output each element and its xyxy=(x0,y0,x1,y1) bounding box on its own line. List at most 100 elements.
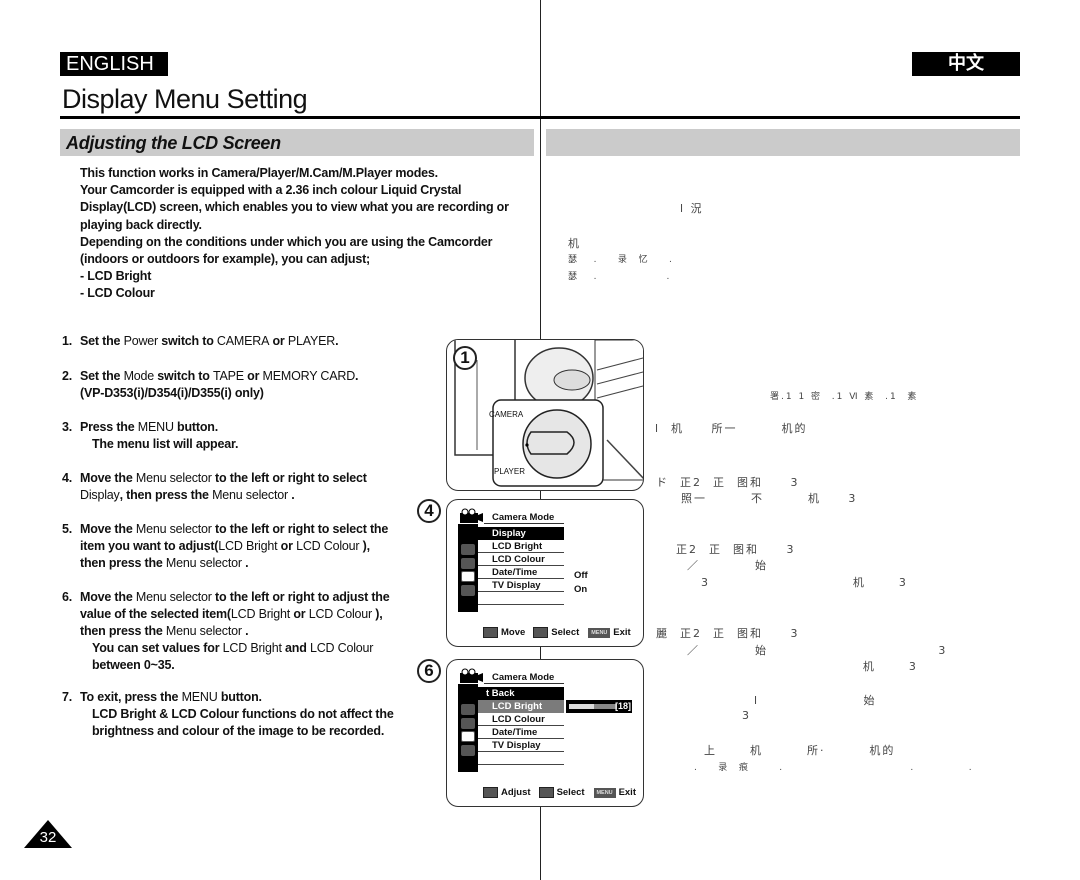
step-note: The menu list will appear. xyxy=(92,437,239,451)
menu-item-tv-display[interactable]: TV Display xyxy=(478,579,564,592)
dial-label-player: PLAYER xyxy=(494,467,525,476)
step-term: TAPE xyxy=(212,369,244,383)
step-number: 4. xyxy=(62,471,73,485)
page-number: 32 xyxy=(39,829,57,846)
menu-item-tv-display[interactable]: TV Display xyxy=(478,739,564,752)
step-text: ), xyxy=(372,607,383,621)
step-text: Move the xyxy=(80,590,136,604)
chinese-line: 照一 不 机 3 xyxy=(670,492,858,505)
footer-select: Select xyxy=(556,787,585,798)
settings-gear-icon xyxy=(461,745,475,756)
chinese-line: ド 正2 正 图和 3 xyxy=(656,476,800,489)
menu-item-display[interactable]: Display xyxy=(478,527,564,540)
step-text: To exit, press the xyxy=(80,690,182,704)
step-term: PLAYER xyxy=(287,334,336,348)
figure-label-1: 1 xyxy=(453,346,477,370)
step-term: Menu selector xyxy=(165,556,242,570)
footer-move: Move xyxy=(501,627,526,638)
footer-exit: Exit xyxy=(613,627,631,638)
menu-item-lcd-colour[interactable]: LCD Colour xyxy=(478,713,564,726)
step-4: 4. Move the Menu selector to the left or … xyxy=(62,470,442,504)
step-term: Mode xyxy=(123,369,155,383)
movie-icon xyxy=(461,718,475,729)
step-term: LCD Colour xyxy=(309,641,374,655)
menu-screen-display: Camera Mode Display LCD Bright LCD Colou… xyxy=(458,508,564,612)
intro-line: Display(LCD) screen, which enables you t… xyxy=(80,200,509,215)
step-text: . xyxy=(241,556,249,570)
page-title: Display Menu Setting xyxy=(62,84,308,114)
chinese-line: l 始 xyxy=(754,694,877,707)
footer-exit: Exit xyxy=(618,787,636,798)
step-text: and xyxy=(281,641,310,655)
menu-item-back[interactable]: t Back xyxy=(478,687,564,700)
section-title: Adjusting the LCD Screen xyxy=(66,133,281,153)
menu-item-date-time[interactable]: Date/Time xyxy=(478,726,564,739)
title-divider xyxy=(60,116,1020,119)
display-icon xyxy=(461,731,475,742)
step-text: . xyxy=(287,488,295,502)
camera-icon xyxy=(461,544,475,555)
slider-fill xyxy=(569,704,594,709)
footer-select: Select xyxy=(551,627,580,638)
step-text: to the left or right to select xyxy=(211,471,367,485)
step-number: 5. xyxy=(62,522,73,536)
settings-gear-icon xyxy=(461,585,475,596)
display-icon xyxy=(461,571,475,582)
menu-blank xyxy=(478,606,564,612)
step-term: Display xyxy=(80,488,120,502)
step-text: Move the xyxy=(80,522,136,536)
lcd-bright-slider[interactable]: [18] xyxy=(566,700,632,713)
menu-item-lcd-bright[interactable]: LCD Bright xyxy=(478,540,564,553)
step-text: ), xyxy=(359,539,370,553)
step-text: switch to xyxy=(158,334,217,348)
section-bar-chinese xyxy=(546,129,1020,156)
chinese-line: 正2 正 图和 3 xyxy=(676,543,796,556)
chinese-line: 瑟 . . xyxy=(568,272,672,282)
adjust-icon xyxy=(483,787,498,798)
chinese-line: 署.1 1 密 .1 Ⅵ 素 .1 素 xyxy=(770,392,919,402)
step-text: button. xyxy=(217,690,262,704)
language-badge-english: ENGLISH xyxy=(60,52,168,76)
menu-header: Camera Mode xyxy=(484,671,564,684)
step-number: 3. xyxy=(62,420,73,434)
menu-item-lcd-bright[interactable]: LCD Bright xyxy=(478,700,564,713)
dial-label-camera: CAMERA xyxy=(489,410,524,419)
step-term: Menu selector xyxy=(135,471,212,485)
menu-item-lcd-colour[interactable]: LCD Colour xyxy=(478,553,564,566)
step-note: (VP-D353(i)/D354(i)/D355(i) only) xyxy=(80,386,264,400)
menu-footer: Move Select MENU Exit xyxy=(483,627,631,638)
step-term: Menu selector xyxy=(135,590,212,604)
intro-text: This function works in Camera/Player/M.C… xyxy=(80,165,550,303)
camera-mode-icon xyxy=(458,668,484,684)
step-term: LCD Bright xyxy=(230,607,291,621)
step-term: MENU xyxy=(181,690,218,704)
intro-line: This function works in Camera/Player/M.C… xyxy=(80,166,438,180)
menu-blank xyxy=(478,766,564,772)
step-text: value of the selected item( xyxy=(80,607,231,621)
camera-icon xyxy=(461,704,475,715)
move-icon xyxy=(483,627,498,638)
chinese-line: 3 机 3 xyxy=(690,576,908,589)
step-term: Menu selector xyxy=(135,522,212,536)
step-text: or xyxy=(243,369,263,383)
chinese-line: 瑟 . 录 忆 . xyxy=(568,255,674,265)
step-text: then press the xyxy=(80,556,166,570)
step-1: 1. Set the Power switch to CAMERA or PLAY… xyxy=(62,333,442,350)
movie-icon xyxy=(461,558,475,569)
step-text: or xyxy=(277,539,297,553)
chinese-line: ／ 始 xyxy=(676,559,768,572)
camera-mode-icon xyxy=(458,508,484,524)
step-number: 2. xyxy=(62,369,73,383)
camcorder-illustration xyxy=(454,340,643,487)
step-text: . xyxy=(241,624,249,638)
step-note: brightness and colour of the image to be… xyxy=(92,724,385,738)
step-text: Press the xyxy=(80,420,138,434)
figure-power-switch: 1 CAMERA PLAYER xyxy=(446,339,644,491)
menu-item-date-time[interactable]: Date/Time xyxy=(478,566,564,579)
date-time-value: Off xyxy=(574,570,588,581)
chinese-line: . 录 痕 . . . xyxy=(694,763,974,773)
step-term: LCD Colour xyxy=(308,607,373,621)
chinese-line: 机 3 xyxy=(676,660,918,673)
step-text: switch to xyxy=(154,369,213,383)
step-text: Set the xyxy=(80,334,124,348)
